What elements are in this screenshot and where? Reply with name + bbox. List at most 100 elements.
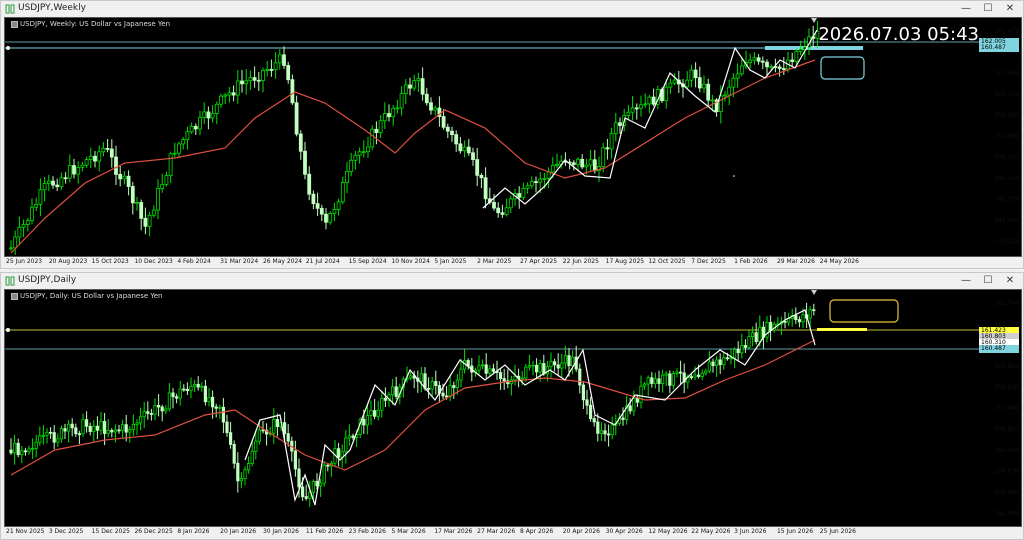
daily-candle-body — [160, 406, 164, 412]
daily-candle-body — [524, 366, 528, 379]
daily-chart-window[interactable]: USDJPY,Daily — ☐ ✕ USDJPY, Daily: US Dol… — [0, 272, 1024, 540]
weekly-candle-body — [769, 66, 774, 68]
weekly-candle-body — [571, 162, 576, 165]
time-tick-label: 1 Feb 2026 — [734, 258, 768, 265]
daily-chart-area[interactable]: USDJPY, Daily: US Dollar vs Japanese Yen… — [4, 289, 1022, 527]
daily-candle-body — [336, 448, 341, 458]
time-tick-label: 22 May 2026 — [691, 528, 731, 535]
price-tick-label: 146.130 — [994, 175, 1019, 182]
daily-candle-body — [394, 386, 398, 397]
daily-price-plot[interactable] — [5, 290, 1022, 527]
weekly-candle-body — [445, 126, 450, 132]
daily-candle-body — [106, 429, 110, 434]
weekly-candle-body — [508, 198, 513, 209]
weekly-candle-body — [307, 173, 312, 195]
price-tick-label: 148.455 — [994, 154, 1019, 161]
daily-candle-body — [488, 368, 492, 374]
weekly-window-title: USDJPY,Weekly — [18, 3, 86, 13]
daily-titlebar[interactable]: USDJPY,Daily — ☐ ✕ — [1, 273, 1023, 289]
weekly-candle-body — [416, 78, 421, 82]
weekly-candle-body — [471, 152, 475, 160]
weekly-candle-body — [9, 247, 13, 250]
daily-candle-body — [164, 408, 168, 412]
weekly-chart-window[interactable]: USDJPY,Weekly — ☐ ✕ USDJPY, Weekly: US D… — [0, 0, 1024, 269]
time-tick-label: 22 Jun 2025 — [562, 258, 599, 265]
minimize-button[interactable]: — — [955, 1, 977, 17]
price-tick-label: 141.460 — [994, 217, 1019, 224]
close-button[interactable]: ✕ — [999, 1, 1021, 17]
weekly-candle-body — [76, 166, 81, 175]
time-tick-label: 15 Dec 2025 — [91, 528, 130, 535]
daily-candle-body — [563, 355, 568, 364]
weekly-candle-body — [391, 107, 396, 118]
weekly-candle-body — [790, 59, 795, 62]
daily-candle-body — [668, 373, 672, 386]
daily-candle-body — [275, 418, 280, 428]
weekly-candle-body — [265, 69, 270, 71]
daily-candle-body — [520, 377, 524, 380]
weekly-candle-body — [542, 178, 547, 180]
weekly-candle-body — [135, 202, 139, 204]
daily-candle-body — [203, 385, 207, 403]
minimize-button[interactable]: — — [955, 273, 977, 289]
weekly-candle-body — [492, 201, 496, 209]
daily-candle-body — [653, 378, 658, 384]
maximize-button[interactable]: ☐ — [977, 1, 999, 17]
daily-candle-body — [178, 388, 182, 399]
daily-candle-body — [142, 411, 146, 418]
daily-line-anchor — [6, 328, 10, 332]
daily-candle-body — [297, 468, 301, 488]
daily-candle-body — [272, 418, 276, 434]
daily-candle-body — [300, 486, 305, 498]
daily-highlight-bar — [817, 328, 867, 331]
daily-candle-body — [171, 392, 175, 398]
weekly-candle-body — [798, 48, 803, 52]
daily-candle-body — [639, 385, 643, 403]
weekly-candle-body — [731, 77, 736, 88]
close-button[interactable]: ✕ — [999, 273, 1021, 289]
server-clock: 2026.07.03 05:43 — [818, 24, 979, 45]
weekly-titlebar[interactable]: USDJPY,Weekly — ☐ ✕ — [1, 1, 1023, 17]
weekly-candle-body — [357, 151, 362, 156]
weekly-price-plot[interactable] — [5, 18, 1022, 257]
chart-window-icon — [5, 4, 15, 14]
daily-candle-body — [103, 420, 107, 434]
weekly-annotation-box — [820, 56, 865, 80]
daily-candle-body — [286, 433, 290, 442]
daily-candle-body — [643, 383, 647, 387]
weekly-candle-body — [88, 155, 93, 160]
weekly-candle-body — [214, 103, 219, 114]
daily-candle-body — [715, 359, 719, 367]
maximize-button[interactable]: ☐ — [977, 273, 999, 289]
daily-candle-body — [434, 381, 438, 386]
daily-candle-body — [30, 448, 35, 450]
weekly-candle-body — [210, 113, 215, 119]
daily-candle-body — [693, 374, 697, 378]
time-tick-label: 3 Dec 2025 — [48, 528, 84, 535]
daily-candle-body — [214, 406, 218, 409]
weekly-candle-body — [483, 177, 488, 200]
weekly-candle-body — [521, 187, 526, 198]
daily-candle-body — [239, 478, 243, 482]
weekly-candle-body — [122, 175, 127, 180]
weekly-candle-body — [336, 201, 341, 210]
price-tick-label: 157.840 — [994, 405, 1019, 412]
daily-candle-body — [146, 411, 150, 414]
weekly-candle-body — [59, 177, 64, 188]
weekly-candle-body — [105, 147, 110, 150]
weekly-candle-body — [781, 68, 786, 70]
daily-candle-body — [372, 410, 377, 417]
daily-candle-body — [236, 462, 240, 482]
weekly-candle-body — [752, 57, 757, 61]
weekly-chart-area[interactable]: USDJPY, Weekly: US Dollar vs Japanese Ye… — [4, 17, 1022, 257]
daily-candle-body — [20, 450, 24, 456]
daily-candle-body — [293, 450, 298, 470]
price-tick-label: 162.790 — [994, 300, 1019, 307]
daily-candle-body — [679, 371, 683, 374]
weekly-candle-body — [601, 147, 606, 167]
daily-candle-body — [585, 399, 589, 406]
weekly-candle-body — [634, 107, 639, 110]
weekly-candle-body — [370, 128, 375, 148]
daily-candle-body — [444, 395, 449, 398]
daily-candle-body — [326, 464, 330, 467]
